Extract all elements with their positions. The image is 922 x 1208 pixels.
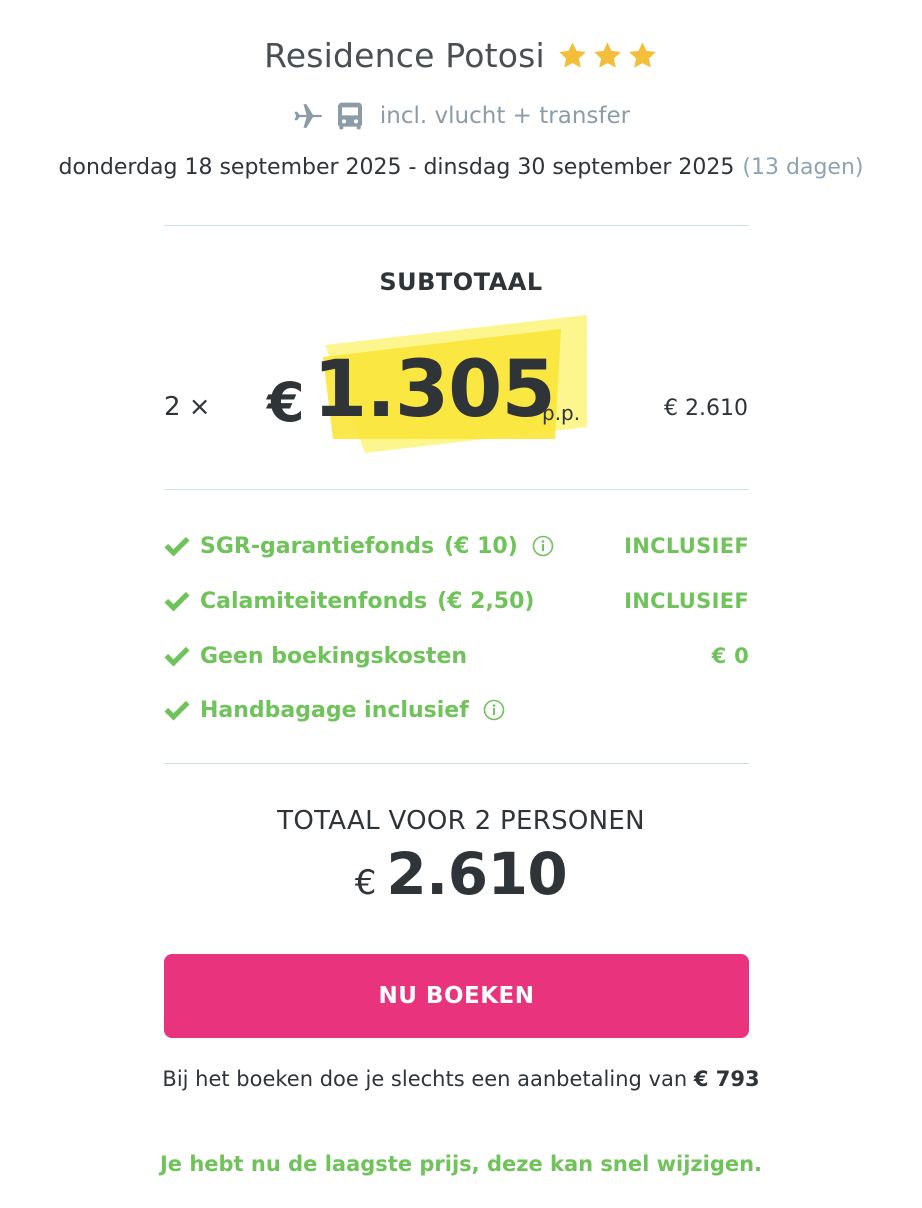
quantity: 2 × — [164, 392, 211, 422]
checkmark-icon — [164, 536, 190, 557]
bus-icon — [337, 102, 362, 130]
trip-duration: (13 dagen) — [742, 155, 864, 180]
hotel-title-row: Residence Potosi — [0, 36, 922, 75]
deposit-note: Bij het boeken doe je slechts een aanbet… — [0, 1067, 922, 1091]
price-amount: 1.305 — [313, 345, 556, 435]
inclusion-value: INCLUSIEF — [624, 534, 749, 558]
includes-row: incl. vlucht + transfer — [0, 100, 922, 132]
inclusion-amount: (€ 10) — [444, 533, 518, 559]
total-price: € 2.610 — [0, 840, 922, 908]
total-currency: € — [354, 863, 377, 903]
deposit-text: Bij het boeken doe je slechts een aanbet… — [162, 1067, 688, 1091]
list-item: Geen boekingskosten € 0 — [164, 638, 749, 674]
checkmark-icon — [164, 700, 190, 721]
star-icon — [629, 42, 656, 68]
inclusion-label: Handbagage inclusief — [200, 697, 469, 723]
inclusion-label: Calamiteitenfonds — [200, 588, 428, 614]
star-icon — [559, 42, 586, 68]
total-amount: 2.610 — [386, 840, 568, 908]
deposit-amount: € 793 — [693, 1067, 760, 1091]
list-item: SGR-garantiefonds (€ 10) INCLUSIEF — [164, 528, 749, 564]
star-icon — [594, 42, 621, 68]
inclusion-label: SGR-garantiefonds — [200, 533, 435, 559]
inclusion-value: INCLUSIEF — [624, 589, 749, 613]
includes-text: incl. vlucht + transfer — [379, 103, 631, 129]
inclusion-label: Geen boekingskosten — [200, 643, 468, 669]
total-heading: TOTAAL VOOR 2 PERSONEN — [277, 806, 645, 836]
star-rating — [557, 40, 658, 71]
divider — [164, 225, 749, 226]
per-person-label: p.p. — [542, 401, 581, 425]
hotel-name: Residence Potosi — [264, 36, 545, 75]
subtotal-heading: SUBTOTAAL — [379, 268, 543, 296]
divider — [164, 489, 749, 490]
checkmark-icon — [164, 591, 190, 612]
book-now-button[interactable]: NU BOEKEN — [164, 954, 749, 1038]
date-range: donderdag 18 september 2025 - dinsdag 30… — [58, 155, 735, 180]
list-item: Calamiteitenfonds (€ 2,50) INCLUSIEF — [164, 583, 749, 619]
divider — [164, 763, 749, 764]
inclusion-value: € 0 — [711, 644, 749, 668]
travel-dates: donderdag 18 september 2025 - dinsdag 30… — [0, 155, 922, 180]
info-icon[interactable] — [532, 535, 554, 557]
price-per-person: € 1.305 p.p. — [265, 315, 595, 455]
line-total: € 2.610 — [664, 396, 748, 421]
list-item: Handbagage inclusief — [164, 692, 749, 728]
airplane-icon — [294, 104, 322, 128]
price-currency: € — [267, 371, 305, 434]
checkmark-icon — [164, 646, 190, 667]
lowest-price-notice: Je hebt nu de laagste prijs, deze kan sn… — [159, 1152, 763, 1176]
info-icon[interactable] — [483, 699, 505, 721]
inclusion-amount: (€ 2,50) — [437, 588, 535, 614]
